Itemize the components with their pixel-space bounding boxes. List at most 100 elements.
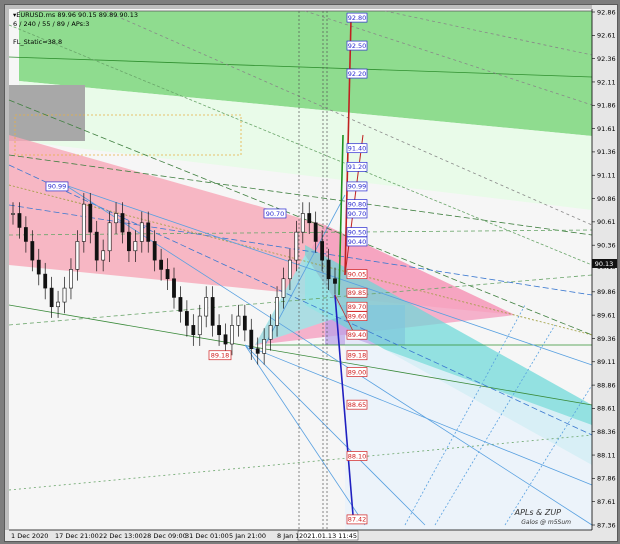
candle-body (23, 227, 28, 242)
y-tick-label: 89.11 (597, 358, 616, 366)
candle-body (326, 259, 331, 280)
swing-label-text: 89.18 (211, 352, 230, 360)
gray-zone (9, 85, 85, 141)
level-label-text: 91.20 (348, 163, 367, 171)
candle-body (307, 213, 312, 224)
time-marker-label: 2021.01.13 11:45 (299, 532, 357, 540)
level-label: 90.05 (346, 269, 368, 279)
price-chart[interactable]: 92.80 92.50 92.20 91.40 91.20 90.99 90.80 90.70… (5, 5, 617, 541)
x-tick-label: 17 Dec 21:00 (55, 532, 99, 540)
candle-body (152, 241, 157, 261)
level-label-text: 90.40 (348, 238, 367, 246)
level-label: 90.40 (346, 236, 368, 247)
candle-body (197, 315, 202, 336)
y-tick-label: 90.36 (597, 241, 616, 249)
candle-body (36, 259, 41, 275)
y-tick-label: 92.86 (597, 8, 616, 16)
level-label-text: 92.20 (348, 70, 367, 78)
candle-body (268, 325, 273, 340)
level-label: 88.65 (346, 399, 368, 410)
x-tick-label: 1 Dec 2020 (11, 532, 48, 540)
candle-body (262, 339, 267, 354)
swing-label-text: 90.99 (48, 183, 67, 191)
candle-body (288, 259, 292, 280)
level-label-text: 92.50 (348, 42, 367, 50)
level-label-text: 89.40 (348, 331, 367, 339)
candle-body (230, 325, 234, 345)
candle-body (17, 213, 22, 228)
level-label: 88.10 (346, 451, 368, 461)
candle-body (88, 203, 93, 233)
candle-body (242, 315, 247, 331)
level-label: 90.50 (346, 227, 368, 237)
candle-body (165, 269, 170, 280)
x-tick-label: 28 Dec 09:00 (143, 532, 187, 540)
candle-body (81, 203, 86, 242)
candle-body (236, 315, 241, 326)
params-header: 6 / 240 / 55 / 89 / APs:3 (13, 20, 89, 28)
level-label: 89.40 (346, 329, 368, 340)
candle-body (94, 231, 99, 261)
candle-body (133, 241, 138, 252)
x-tick-label: 31 Dec 01:00 (185, 532, 229, 540)
level-label: 92.20 (346, 68, 368, 79)
swing-label-text: 90.70 (266, 210, 285, 218)
level-label-text: 90.05 (348, 270, 367, 278)
candle-body (320, 241, 325, 261)
candle-body (139, 222, 144, 242)
candle-body (11, 213, 15, 215)
y-tick-label: 91.86 (597, 102, 616, 110)
y-tick-label: 88.86 (597, 381, 616, 389)
candle-body (114, 213, 118, 224)
indicator-label: FL_Static=38.8 (13, 38, 62, 46)
candle-body (101, 250, 106, 261)
candle-body (146, 222, 151, 242)
symbol-header: ▾EURUSD.ms 89.96 90.15 89.89 90.13 (13, 11, 138, 19)
level-label: 89.60 (346, 311, 368, 321)
y-tick-label: 91.11 (597, 172, 616, 180)
level-label-text: 89.60 (348, 312, 367, 320)
level-label-text: 91.40 (348, 144, 367, 152)
y-tick-label: 87.86 (597, 475, 616, 483)
candle-body (178, 297, 183, 312)
candle-body (249, 329, 254, 350)
level-label-text: 92.80 (348, 14, 367, 22)
level-label: 90.70 (346, 208, 368, 219)
level-label-text: 88.65 (348, 401, 367, 409)
candle-body (43, 273, 48, 289)
y-tick-label: 92.11 (597, 78, 616, 86)
x-tick-label: 8 Jan 1 (277, 532, 299, 540)
y-tick-label: 87.61 (597, 498, 616, 506)
level-label: 90.80 (346, 199, 368, 209)
candle-body (159, 259, 164, 270)
y-tick-label: 89.36 (597, 335, 616, 343)
candle-body (210, 297, 215, 326)
candle-body (204, 297, 209, 317)
y-tick-label: 89.61 (597, 311, 616, 319)
x-tick-label: 22 Dec 13:00 (99, 532, 143, 540)
candle-body (255, 348, 260, 354)
level-label-text: 89.70 (348, 303, 367, 311)
candle-body (69, 269, 73, 289)
level-label-text: 87.42 (348, 516, 367, 524)
level-label: 90.99 (346, 181, 368, 192)
x-tick-labels: 1 Dec 2020 17 Dec 21:00 22 Dec 13:00 28 Dec… (11, 532, 299, 540)
y-tick-label: 90.61 (597, 218, 616, 226)
level-label-text: 89.85 (348, 289, 367, 297)
candle-body (281, 278, 286, 298)
level-label: 92.80 (346, 12, 368, 23)
y-tick-label: 88.36 (597, 428, 616, 436)
level-label: 89.18 (346, 350, 368, 361)
candle-body (300, 213, 305, 233)
watermark-line1: APLs & ZUP (514, 508, 562, 517)
candle-body (107, 222, 112, 252)
level-label-text: 90.70 (348, 210, 367, 218)
candle-body (191, 325, 196, 336)
level-label: 91.20 (346, 161, 368, 172)
y-tick-label: 92.36 (597, 55, 616, 63)
candle-body (223, 334, 228, 345)
level-label-text: 88.10 (348, 452, 367, 460)
candle-body (217, 325, 221, 336)
y-tick-label: 92.61 (597, 32, 616, 40)
level-label-text: 90.80 (348, 200, 367, 208)
